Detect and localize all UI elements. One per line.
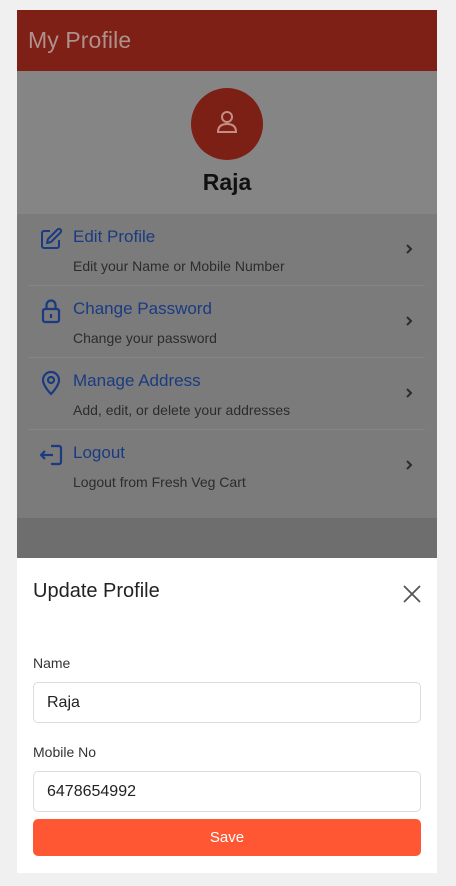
profile-name: Raja [202,169,252,195]
sheet-title: Update Profile [33,580,160,602]
chevron-right-icon [403,386,415,400]
menu-item-manage-address[interactable]: Manage Address Add, edit, or delete your… [28,358,425,430]
app-bar: My Profile [17,10,437,71]
menu-item-title: Logout [73,443,125,462]
menu-item-subtitle: Add, edit, or delete your addresses [73,402,291,418]
profile-header: Raja [17,71,437,214]
phone-screen: My Profile Raja Edit Profile Edit your N… [17,10,437,873]
update-profile-sheet: Update Profile Name Mobile No Save [17,558,437,873]
menu-item-title: Manage Address [73,371,201,390]
edit-icon [38,226,64,252]
chevron-right-icon [403,314,415,328]
save-button[interactable]: Save [33,819,421,856]
lock-icon [38,298,64,324]
chevron-right-icon [403,242,415,256]
close-icon[interactable] [400,582,424,606]
profile-menu: Edit Profile Edit your Name or Mobile Nu… [17,214,437,518]
location-pin-icon [38,370,64,396]
user-icon [216,110,238,139]
chevron-right-icon [403,458,415,472]
mobile-label: Mobile No [33,744,97,760]
menu-item-subtitle: Logout from Fresh Veg Cart [73,474,246,490]
menu-item-change-password[interactable]: Change Password Change your password [28,286,425,358]
name-input[interactable] [33,682,421,723]
menu-item-title: Change Password [73,299,212,318]
name-label: Name [33,655,71,671]
avatar [191,88,263,160]
logout-icon [38,442,64,468]
menu-item-subtitle: Edit your Name or Mobile Number [73,258,285,274]
bottom-strip [17,873,437,886]
menu-item-title: Edit Profile [73,227,156,246]
mobile-input[interactable] [33,771,421,812]
menu-item-edit-profile[interactable]: Edit Profile Edit your Name or Mobile Nu… [28,214,425,286]
page-title: My Profile [28,27,132,53]
backdrop-gap [17,518,437,558]
menu-item-logout[interactable]: Logout Logout from Fresh Veg Cart [28,430,425,502]
menu-item-subtitle: Change your password [73,330,217,346]
